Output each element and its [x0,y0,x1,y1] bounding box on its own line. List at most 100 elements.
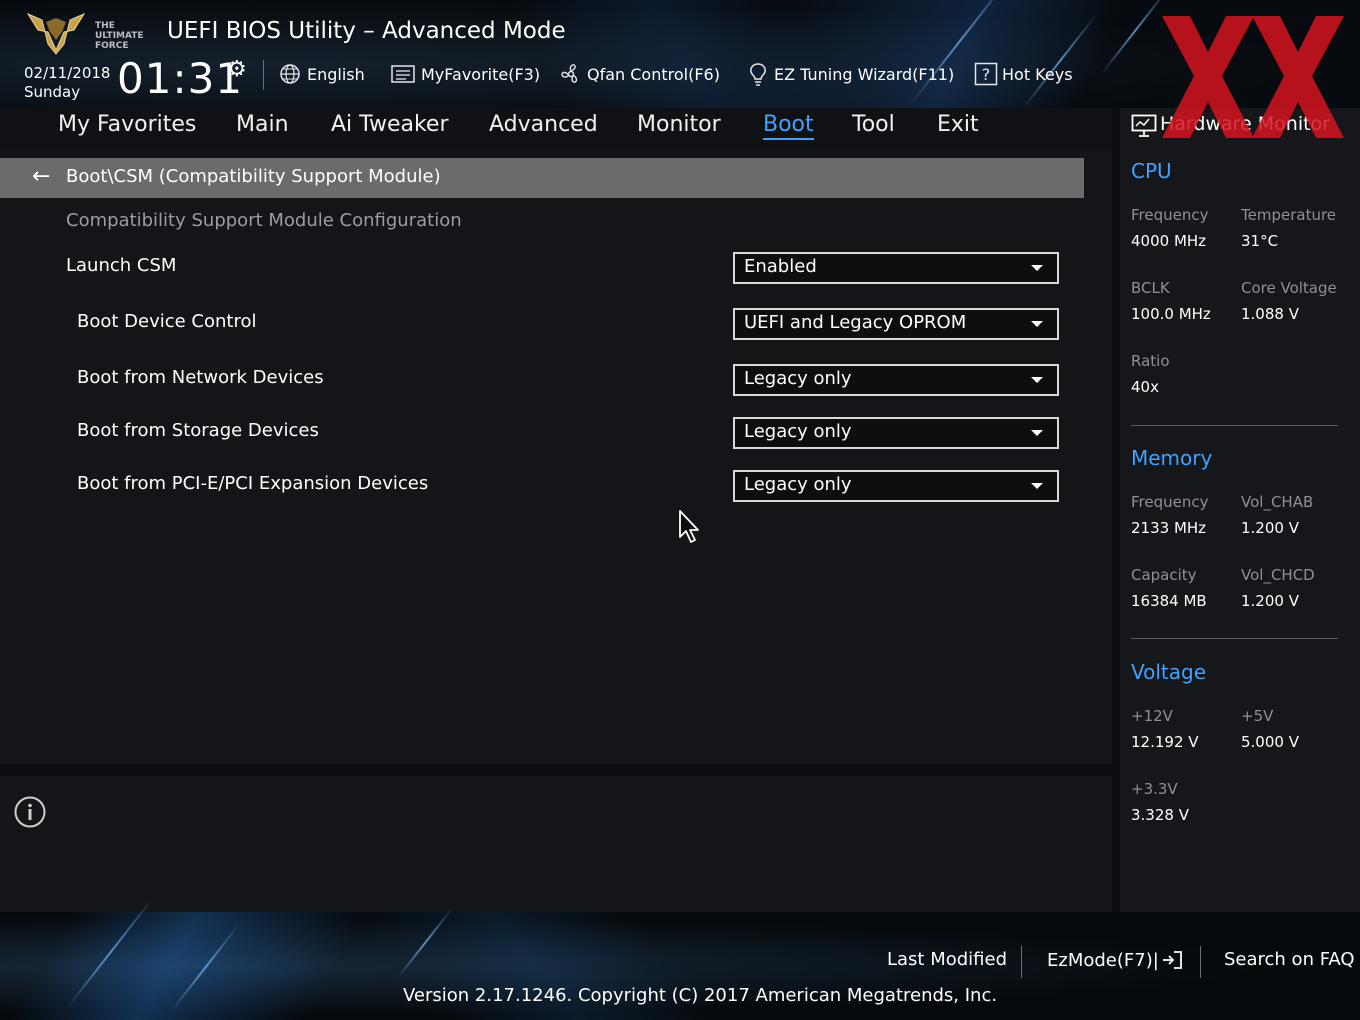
gear-icon[interactable]: ⚙ [227,57,247,82]
tab-exit[interactable]: Exit [937,112,979,137]
footer-divider [1200,946,1201,978]
time-display[interactable]: 01:31 [117,54,243,103]
vol-chcd-label: Vol_CHCD [1241,566,1315,584]
breadcrumb-text[interactable]: Boot\CSM (Compatibility Support Module) [66,166,441,187]
mouse-cursor-icon [679,510,699,543]
hw-divider [1131,425,1338,426]
caret-down-icon [1031,430,1043,436]
monitor-icon [1131,114,1157,137]
tab-advanced[interactable]: Advanced [489,112,598,137]
caret-down-icon [1031,483,1043,489]
ezmode-button[interactable]: EzMode(F7)| [1047,949,1183,971]
language-button[interactable]: English [279,60,365,88]
select-value: Legacy only [744,368,852,389]
tab-ai-tweaker[interactable]: Ai Tweaker [331,112,449,137]
hot-keys-label: Hot Keys [1002,64,1073,84]
memory-frequency-label: Frequency [1131,493,1209,511]
memory-frequency-value: 2133 MHz [1131,519,1207,537]
tab-main[interactable]: Main [236,112,289,137]
decor-streak [909,0,1011,105]
vol-chab-label: Vol_CHAB [1241,493,1314,511]
last-modified-button[interactable]: Last Modified [887,949,1007,970]
logo-text: THE ULTIMATE FORCE [95,21,144,51]
ratio-value: 40x [1131,378,1159,396]
svg-text:?: ? [982,65,991,84]
version-text: Version 2.17.1246. Copyright (C) 2017 Am… [403,985,998,1006]
setting-label-launch-csm[interactable]: Launch CSM [66,255,176,276]
v5-label: +5V [1241,707,1274,725]
voltage-heading: Voltage [1131,660,1207,684]
v12-value: 12.192 V [1131,733,1199,751]
boot-pcie-select[interactable]: Legacy only [733,470,1059,502]
date-display: 02/11/2018 [24,64,111,82]
caret-down-icon [1031,377,1043,383]
qfan-control-button[interactable]: Qfan Control(F6) [559,60,720,88]
decor-streak [396,906,454,980]
ezmode-label: EzMode(F7)| [1047,949,1159,971]
cpu-temperature-label: Temperature [1241,206,1337,224]
footer-divider [1021,946,1022,978]
decor-streak [170,924,240,1012]
hw-divider [1131,638,1338,639]
tab-boot[interactable]: Boot [763,112,814,140]
setting-label-boot-device-control[interactable]: Boot Device Control [77,311,257,332]
ez-tuning-wizard-button[interactable]: EZ Tuning Wizard(F11) [747,60,954,88]
v5-value: 5.000 V [1241,733,1299,751]
qfan-label: Qfan Control(F6) [587,64,720,84]
ratio-label: Ratio [1131,352,1170,370]
select-value: Enabled [744,256,817,277]
lightbulb-icon [750,63,766,86]
globe-icon [280,64,300,84]
info-icon [14,796,46,828]
vol-chab-value: 1.200 V [1241,519,1299,537]
myfavorite-label: MyFavorite(F3) [421,64,541,84]
select-value: UEFI and Legacy OPROM [744,312,967,333]
tab-my-favorites[interactable]: My Favorites [58,112,196,137]
capacity-label: Capacity [1131,566,1197,584]
setting-label-boot-network[interactable]: Boot from Network Devices [77,367,324,388]
tab-tool[interactable]: Tool [852,112,895,137]
language-label: English [307,64,365,84]
settings-panel [0,150,1112,764]
exit-arrow-icon [1162,951,1182,969]
boot-network-select[interactable]: Legacy only [733,364,1059,396]
cpu-heading: CPU [1131,159,1172,183]
back-arrow-icon[interactable]: ← [32,164,50,189]
boot-device-control-select[interactable]: UEFI and Legacy OPROM [733,308,1059,340]
cpu-temperature-value: 31°C [1241,232,1279,250]
vol-chcd-value: 1.200 V [1241,592,1299,610]
capacity-value: 16384 MB [1131,592,1207,610]
question-box-icon: ? [974,62,998,86]
ez-tuning-label: EZ Tuning Wizard(F11) [774,64,955,84]
select-value: Legacy only [744,474,852,495]
help-panel [0,776,1112,912]
setting-label-boot-storage[interactable]: Boot from Storage Devices [77,420,319,441]
boot-storage-select[interactable]: Legacy only [733,417,1059,449]
v33-value: 3.328 V [1131,806,1189,824]
bclk-label: BCLK [1131,279,1170,297]
header-divider [263,60,264,90]
memory-heading: Memory [1131,446,1213,470]
launch-csm-select[interactable]: Enabled [733,252,1059,284]
decor-streak [66,897,154,1009]
bclk-value: 100.0 MHz [1131,305,1211,323]
myfavorite-button[interactable]: MyFavorite(F3) [391,60,540,88]
hot-keys-button[interactable]: ? Hot Keys [974,60,1073,88]
caret-down-icon [1031,321,1043,327]
search-faq-button[interactable]: Search on FAQ [1224,949,1355,970]
day-display: Sunday [24,83,81,101]
tab-monitor[interactable]: Monitor [637,112,721,137]
list-icon [391,65,415,83]
cpu-frequency-value: 4000 MHz [1131,232,1207,250]
select-value: Legacy only [744,421,852,442]
section-heading: Compatibility Support Module Configurati… [66,210,462,231]
caret-down-icon [1031,265,1043,271]
fan-icon [561,64,578,83]
v33-label: +3.3V [1131,780,1178,798]
setting-label-boot-pcie[interactable]: Boot from PCI-E/PCI Expansion Devices [77,473,428,494]
core-voltage-value: 1.088 V [1241,305,1299,323]
v12-label: +12V [1131,707,1173,725]
cpu-frequency-label: Frequency [1131,206,1209,224]
watermark-logo [1162,16,1344,138]
core-voltage-label: Core Voltage [1241,279,1337,297]
